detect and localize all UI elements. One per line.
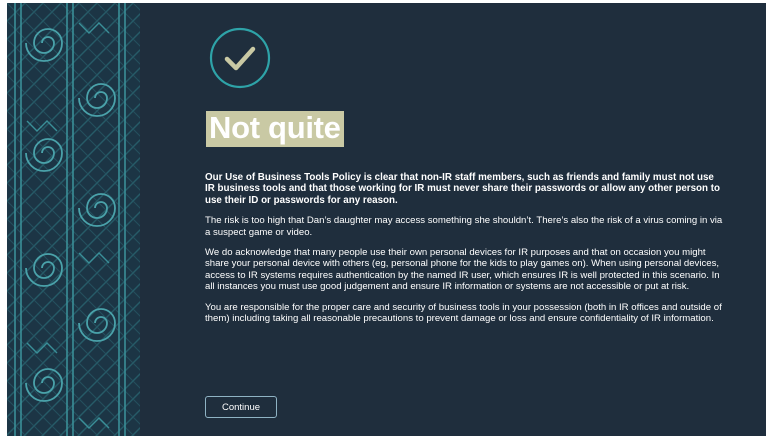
feedback-body: Our Use of Business Tools Policy is clea… <box>205 172 725 333</box>
decorative-pattern-panel <box>7 3 140 436</box>
feedback-title: Not quite <box>206 111 344 147</box>
feedback-content: Not quite Our Use of Business Tools Poli… <box>205 3 725 436</box>
policy-statement: Our Use of Business Tools Policy is clea… <box>205 172 720 206</box>
checkmark-icon <box>209 27 271 89</box>
personal-devices-note: We do acknowledge that many people use t… <box>205 247 720 293</box>
responsibility-note: You are responsible for the proper care … <box>205 301 722 325</box>
continue-button[interactable]: Continue <box>205 396 277 418</box>
risk-explanation: The risk is too high that Dan’s daughter… <box>205 215 723 238</box>
feedback-screen: Not quite Our Use of Business Tools Poli… <box>7 3 766 436</box>
koru-pattern-graphic <box>7 3 140 436</box>
